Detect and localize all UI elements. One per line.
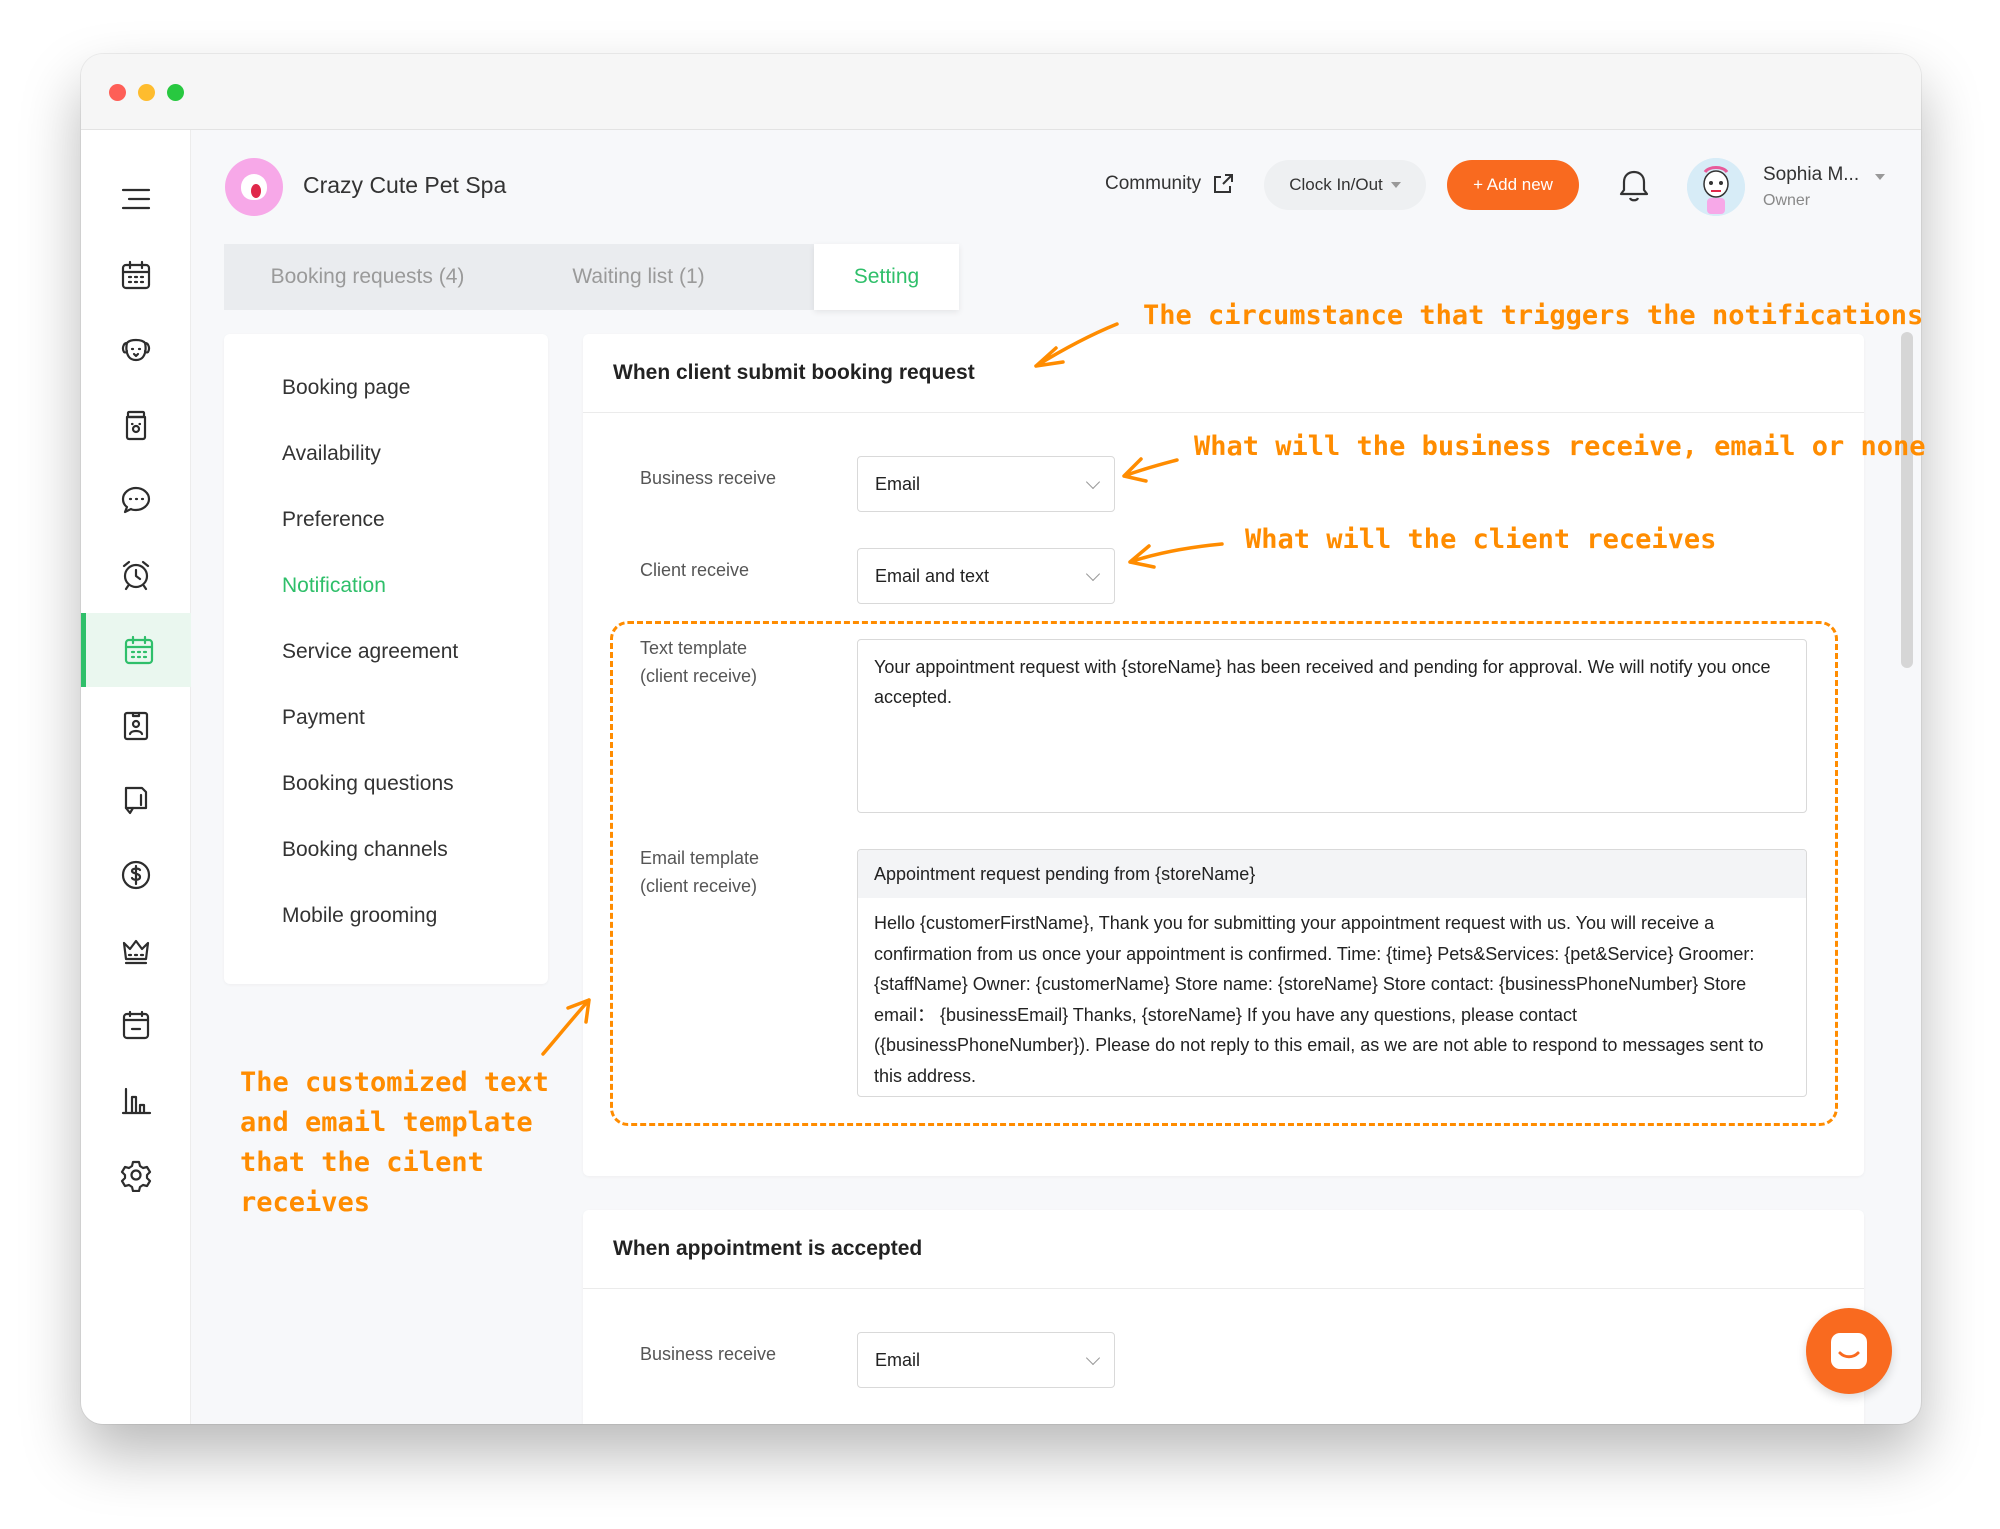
sidebar-item-staff[interactable]	[81, 688, 191, 762]
menu-icon	[121, 188, 151, 210]
maximize-window-button[interactable]	[167, 84, 184, 101]
gear-icon	[120, 1160, 152, 1192]
crown-icon	[122, 939, 150, 965]
menu-item-notification[interactable]: Notification	[282, 574, 386, 598]
sidebar-item-membership[interactable]	[81, 913, 191, 987]
external-link-icon	[1214, 174, 1234, 193]
annotation-template-line3: that the cilent	[240, 1147, 484, 1178]
chart-icon	[121, 1087, 152, 1115]
community-label: Community	[1105, 173, 1202, 194]
chevron-down-icon	[1085, 566, 1101, 582]
sidebar-item-settings[interactable]	[81, 1138, 191, 1212]
section-title: When client submit booking request	[613, 361, 975, 384]
chat-icon	[121, 486, 151, 514]
chat-bubble-icon	[1831, 1333, 1867, 1369]
pet-icon	[121, 338, 151, 362]
settings-menu: Booking page Availability Preference Not…	[224, 334, 548, 984]
tab-bar: Booking requests (4) Waiting list (1) Se…	[224, 244, 959, 310]
business-receive-value: Email	[875, 1349, 921, 1370]
annotation-template-line1: The customized text	[240, 1067, 549, 1098]
store-logo	[225, 158, 283, 216]
clock-in-out-button[interactable]: Clock In/Out	[1264, 160, 1426, 210]
store-name: Crazy Cute Pet Spa	[303, 172, 507, 198]
sidebar	[81, 130, 191, 1424]
calendar-icon	[121, 260, 151, 290]
title-bar	[81, 54, 1921, 130]
sidebar-item-pets[interactable]	[81, 313, 191, 387]
business-receive-label: Business receive	[640, 468, 777, 488]
booking-calendar-icon	[124, 635, 153, 665]
sidebar-item-forms[interactable]	[81, 763, 191, 837]
badge-icon	[123, 711, 149, 741]
bell-icon	[1619, 170, 1649, 202]
sidebar-item-reminders[interactable]	[81, 538, 191, 612]
user-name[interactable]: Sophia M...	[1763, 164, 1859, 186]
annotation-template-line2: and email template	[240, 1107, 533, 1138]
menu-item-mobile-grooming[interactable]: Mobile grooming	[282, 904, 437, 928]
sidebar-item-products[interactable]	[81, 388, 191, 462]
menu-item-service-agreement[interactable]: Service agreement	[282, 640, 458, 664]
notifications-button[interactable]	[1617, 168, 1651, 204]
user-menu-caret-icon[interactable]	[1875, 174, 1885, 180]
sidebar-item-payments[interactable]	[81, 838, 191, 912]
business-receive-select[interactable]: Email	[857, 456, 1115, 512]
menu-item-booking-questions[interactable]: Booking questions	[282, 772, 454, 796]
user-role: Owner	[1763, 192, 1811, 209]
client-receive-label: Client receive	[640, 560, 750, 580]
menu-item-preference[interactable]: Preference	[282, 508, 385, 532]
document-icon	[124, 786, 148, 815]
section-title: When appointment is accepted	[613, 1237, 923, 1260]
chevron-down-icon	[1085, 474, 1101, 490]
add-new-button[interactable]: + Add new	[1447, 160, 1579, 210]
alarm-icon	[122, 560, 150, 591]
business-receive-select[interactable]: Email	[857, 1332, 1115, 1388]
user-avatar[interactable]	[1687, 158, 1745, 216]
chevron-down-icon	[1390, 182, 1401, 188]
menu-item-booking-channels[interactable]: Booking channels	[282, 838, 448, 862]
menu-item-availability[interactable]: Availability	[282, 442, 381, 466]
chevron-down-icon	[1085, 1350, 1101, 1366]
community-link[interactable]: Community	[1105, 172, 1235, 196]
tab-booking-requests[interactable]: Booking requests (4)	[224, 244, 511, 310]
sidebar-item-reports[interactable]	[81, 1063, 191, 1137]
support-chat-button[interactable]	[1806, 1308, 1892, 1394]
annotation-trigger: The circumstance that triggers the notif…	[1143, 300, 1924, 331]
notification-card-appointment-accepted: When appointment is accepted Business re…	[583, 1210, 1864, 1424]
jar-icon	[125, 410, 147, 441]
dollar-icon	[121, 860, 151, 890]
scrollbar-thumb[interactable]	[1901, 332, 1913, 668]
template-highlight-box	[610, 621, 1838, 1126]
annotation-template-line4: receives	[240, 1187, 371, 1218]
sidebar-item-menu[interactable]	[81, 162, 191, 236]
sidebar-item-messages[interactable]	[81, 463, 191, 537]
annotation-template: The customized text and email template t…	[240, 1063, 549, 1223]
clock-in-out-label: Clock In/Out	[1289, 175, 1383, 194]
divider	[583, 412, 1864, 413]
client-receive-value: Email and text	[875, 565, 990, 586]
annotation-business-receive: What will the business receive, email or…	[1194, 431, 1926, 462]
menu-item-payment[interactable]: Payment	[282, 706, 365, 730]
top-header: Crazy Cute Pet Spa Community Clock In/Ou…	[191, 130, 1921, 240]
sidebar-item-pos[interactable]	[81, 988, 191, 1062]
business-receive-value: Email	[875, 473, 921, 494]
register-icon	[122, 1010, 150, 1040]
business-receive-label: Business receive	[640, 1344, 777, 1364]
minimize-window-button[interactable]	[138, 84, 155, 101]
annotation-client-receive: What will the client receives	[1245, 524, 1717, 555]
divider	[583, 1288, 1864, 1289]
close-window-button[interactable]	[109, 84, 126, 101]
tab-waiting-list[interactable]: Waiting list (1)	[511, 244, 766, 310]
sidebar-item-online-booking[interactable]	[81, 613, 191, 687]
menu-item-booking-page[interactable]: Booking page	[282, 376, 410, 400]
sidebar-item-calendar[interactable]	[81, 238, 191, 312]
client-receive-select[interactable]: Email and text	[857, 548, 1115, 604]
tab-setting[interactable]: Setting	[814, 244, 959, 310]
